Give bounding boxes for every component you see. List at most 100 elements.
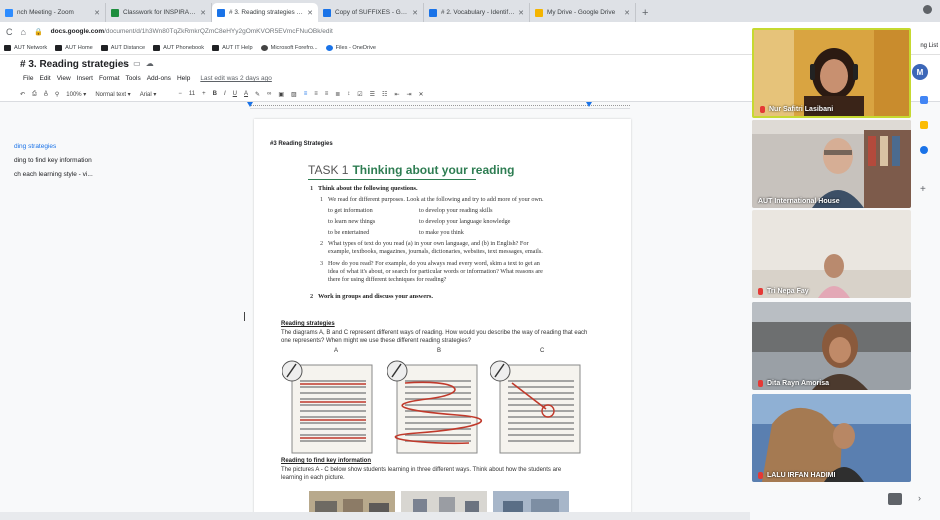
numbered-list-icon[interactable]: ☷ <box>382 91 387 98</box>
url-field[interactable]: docs.google.com/document/d/1h3Wn80TqZkRm… <box>51 28 333 35</box>
decrease-size-icon[interactable]: − <box>178 91 182 97</box>
chevron-right-icon[interactable]: › <box>918 493 921 503</box>
browser-tab-suffixes[interactable]: Copy of SUFFIXES - Google D✕ <box>318 3 424 22</box>
participant-name: Dita Rayn Amorisa <box>758 380 829 387</box>
menu-view[interactable]: View <box>57 75 71 82</box>
increase-indent-icon[interactable]: ⇥ <box>406 91 411 98</box>
participant-video-tile[interactable]: AUT International House <box>752 120 911 208</box>
link-icon[interactable]: ∞ <box>267 91 271 97</box>
account-avatar[interactable]: M <box>912 64 928 80</box>
menu-insert[interactable]: Insert <box>77 75 93 82</box>
question-1-3-cont2: there for using different techniques for… <box>328 276 447 283</box>
keep-icon[interactable] <box>920 121 928 129</box>
highlight-icon[interactable]: ✎ <box>255 91 260 98</box>
new-tab-button[interactable]: + <box>642 7 648 19</box>
increase-size-icon[interactable]: + <box>202 91 206 97</box>
print-icon[interactable]: ⎙ <box>32 91 37 98</box>
status-bar <box>0 512 750 520</box>
participant-video-tile[interactable]: LALU IRFAN HADIMI <box>752 394 911 482</box>
browser-tab-reading-strategies[interactable]: # 3. Reading strategies - Goo✕ <box>212 3 318 22</box>
bookmark-aut-home[interactable]: AUT Home <box>55 44 93 51</box>
participant-video-image <box>754 30 909 116</box>
browser-tab-drive[interactable]: My Drive - Google Drive ✕ <box>530 3 636 22</box>
diagram-label-c: C <box>540 348 545 354</box>
outline-item-key-information[interactable]: ding to find key information <box>14 154 93 168</box>
clear-formatting-icon[interactable]: ✕ <box>419 91 424 98</box>
bookmark-aut-phonebook[interactable]: AUT Phonebook <box>153 44 204 51</box>
image-icon[interactable]: ▨ <box>291 91 297 98</box>
font-size-field[interactable]: 11 <box>189 91 195 97</box>
outline-item-reading-strategies[interactable]: ding strategies <box>14 140 93 154</box>
star-icon[interactable]: ☆ <box>121 59 133 68</box>
explore-button[interactable] <box>888 493 902 505</box>
bookmark-onedrive[interactable]: Files - OneDrive <box>325 44 376 51</box>
bookmark-microsoft-forefront[interactable]: Microsoft Forefro... <box>260 44 318 51</box>
calendar-icon[interactable] <box>920 96 928 104</box>
comment-icon[interactable]: ▣ <box>278 91 284 98</box>
add-addon-icon[interactable]: + <box>920 185 928 195</box>
left-indent-marker[interactable] <box>247 102 253 107</box>
text-color-icon[interactable]: A <box>244 91 248 97</box>
bulleted-list-icon[interactable]: ☰ <box>370 91 375 98</box>
participant-video-image <box>752 210 911 298</box>
menu-edit[interactable]: Edit <box>39 75 50 82</box>
title-actions: ☆▭☁ <box>121 59 159 68</box>
browser-menu-icon[interactable] <box>923 5 932 14</box>
browser-tab-zoom[interactable]: nch Meeting - Zoom ✕ <box>0 3 106 22</box>
section-title-reading-strategies: Reading strategies <box>281 321 335 327</box>
participant-video-tile[interactable]: Tri Nepa Fay <box>752 210 911 298</box>
spellcheck-icon[interactable]: A̲ <box>44 91 48 97</box>
participant-video-tile[interactable]: Dita Rayn Amorisa <box>752 302 911 390</box>
menu-format[interactable]: Format <box>99 75 120 82</box>
menu-add-ons[interactable]: Add-ons <box>147 75 171 82</box>
align-right-icon[interactable]: ≡ <box>325 91 329 97</box>
menu-tools[interactable]: Tools <box>126 75 141 82</box>
outline-item-learning-style[interactable]: ch each learning style - vi... <box>14 168 93 182</box>
close-tab-icon[interactable]: ✕ <box>94 9 100 17</box>
close-tab-icon[interactable]: ✕ <box>518 9 524 17</box>
participant-name: AUT International House <box>758 198 840 205</box>
close-tab-icon[interactable]: ✕ <box>200 9 206 17</box>
folder-icon[interactable]: ▭ <box>133 59 146 68</box>
decrease-indent-icon[interactable]: ⇤ <box>394 91 399 98</box>
line-spacing-icon[interactable]: ↕ <box>347 91 350 97</box>
bookmark-aut-distance[interactable]: AUT Distance <box>100 44 145 51</box>
align-left-icon[interactable]: ≡ <box>304 91 308 97</box>
close-tab-icon[interactable]: ✕ <box>412 9 418 17</box>
bookmark-aut-network[interactable]: AUT Network <box>4 44 47 51</box>
cloud-status-icon[interactable]: ☁ <box>146 59 159 68</box>
tasks-icon[interactable] <box>920 146 928 154</box>
paint-format-icon[interactable]: ⚲ <box>55 91 59 98</box>
bold-icon[interactable]: B <box>213 91 217 97</box>
back-icon[interactable]: C <box>6 27 13 37</box>
last-edit-link[interactable]: Last edit was 2 days ago <box>200 75 272 82</box>
share-label[interactable]: ng List <box>920 43 938 49</box>
italic-icon[interactable]: I <box>224 91 226 97</box>
underline-icon[interactable]: U <box>233 91 237 97</box>
participant-video-tile[interactable]: Nur Safitri Lasibani <box>752 28 911 118</box>
right-indent-marker[interactable] <box>586 102 592 107</box>
home-icon[interactable]: ⌂ <box>21 27 26 37</box>
docs-favicon-icon <box>429 8 437 17</box>
browser-tab-vocabulary[interactable]: # 2. Vocabulary - Identifying ✕ <box>424 3 530 22</box>
align-center-icon[interactable]: ≡ <box>314 91 318 97</box>
question-1-1: 1 We read for different purposes. Look at… <box>320 196 544 203</box>
browser-tab-classwork[interactable]: Classwork for INSPIRASI 2021✕ <box>106 3 212 22</box>
menu-file[interactable]: File <box>23 75 33 82</box>
align-justify-icon[interactable]: ≣ <box>335 91 340 98</box>
bookmark-aut-it-help[interactable]: AUT IT Help <box>212 44 253 51</box>
document-title[interactable]: # 3. Reading strategies <box>20 59 129 70</box>
document-page[interactable]: #3 Reading Strategies TASK 1 Thinking abo… <box>254 119 631 520</box>
font-select[interactable]: Arial ▾ <box>140 91 157 98</box>
question-1: 1 Think about the following questions. <box>310 185 418 192</box>
close-tab-icon[interactable]: ✕ <box>624 9 630 17</box>
participant-name: Tri Nepa Fay <box>758 288 809 295</box>
participant-video-image <box>752 394 911 482</box>
close-tab-icon[interactable]: ✕ <box>307 9 313 17</box>
style-select[interactable]: Normal text ▾ <box>95 91 130 98</box>
ruler-ticks <box>250 105 630 107</box>
undo-icon[interactable]: ↶ <box>20 91 25 98</box>
checklist-icon[interactable]: ☑ <box>357 91 362 98</box>
menu-help[interactable]: Help <box>177 75 190 82</box>
zoom-select[interactable]: 100% ▾ <box>66 91 86 98</box>
